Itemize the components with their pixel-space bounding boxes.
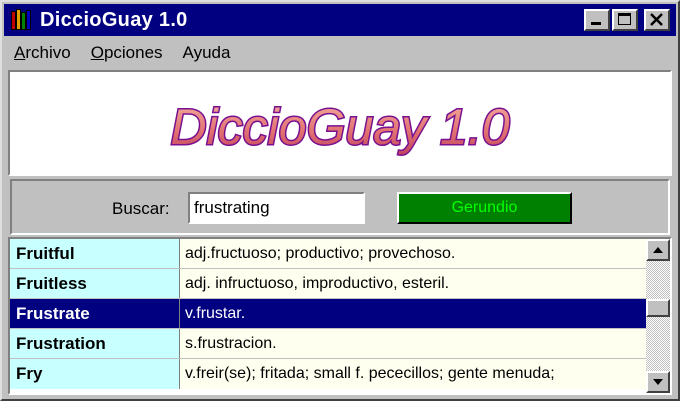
search-panel: Buscar: Gerundio: [10, 179, 670, 235]
entry-word[interactable]: Fruitless: [10, 269, 180, 298]
arrow-up-icon: [653, 247, 663, 253]
menu-opciones[interactable]: Opciones: [91, 43, 163, 63]
app-window: DiccioGuay 1.0 Archivo Opciones Ayuda Di…: [0, 0, 680, 401]
entry-definition[interactable]: s.frustracion.: [180, 329, 646, 358]
entry-word[interactable]: Fruitful: [10, 239, 180, 268]
title-bar[interactable]: DiccioGuay 1.0: [4, 4, 676, 36]
entries-grid: Fruitful adj.fructuoso; productivo; prove…: [10, 239, 646, 393]
scroll-thumb[interactable]: [646, 299, 670, 317]
table-row[interactable]: Fruitless adj. infructuoso, improductivo,…: [10, 269, 646, 299]
books-icon[interactable]: [10, 8, 34, 32]
logo-panel: DiccioGuay 1.0: [8, 70, 672, 176]
entry-definition[interactable]: v.frustar.: [180, 299, 646, 328]
logo: DiccioGuay 1.0: [169, 98, 511, 157]
search-label: Buscar:: [112, 199, 170, 218]
menu-archivo[interactable]: Archivo: [14, 43, 71, 63]
close-button[interactable]: [644, 9, 670, 31]
maximize-icon: [618, 13, 631, 25]
search-input[interactable]: [188, 192, 365, 224]
window-title: DiccioGuay 1.0: [40, 8, 188, 31]
minimize-button[interactable]: [584, 9, 610, 31]
logo-text: DiccioGuay 1.0: [170, 99, 509, 155]
entry-word[interactable]: Frustrate: [10, 299, 180, 328]
close-icon: [650, 13, 663, 26]
table-row[interactable]: Frustration s.frustracion.: [10, 329, 646, 359]
scroll-up-button[interactable]: [646, 239, 670, 261]
table-row[interactable]: Fry v.freir(se); fritada; small f. pececi…: [10, 359, 646, 389]
menu-ayuda[interactable]: Ayuda: [183, 43, 231, 63]
entry-word[interactable]: Frustration: [10, 329, 180, 358]
dictionary-list: Fruitful adj.fructuoso; productivo; prove…: [8, 237, 672, 395]
menu-bar: Archivo Opciones Ayuda: [4, 38, 676, 68]
minimize-icon: [591, 22, 601, 25]
vertical-scrollbar[interactable]: [646, 239, 670, 393]
entry-definition[interactable]: adj. infructuoso, improductivo, esteril.: [180, 269, 646, 298]
table-row[interactable]: Frustrate v.frustar.: [10, 299, 646, 329]
table-row[interactable]: Fruitful adj.fructuoso; productivo; prove…: [10, 239, 646, 269]
scroll-down-button[interactable]: [646, 371, 670, 393]
entry-definition[interactable]: v.freir(se); fritada; small f. pececillo…: [180, 359, 646, 389]
maximize-button[interactable]: [612, 9, 638, 31]
entry-word[interactable]: Fry: [10, 359, 180, 389]
entry-definition[interactable]: adj.fructuoso; productivo; provechoso.: [180, 239, 646, 268]
gerundio-button[interactable]: Gerundio: [397, 192, 572, 224]
arrow-down-icon: [653, 379, 663, 385]
